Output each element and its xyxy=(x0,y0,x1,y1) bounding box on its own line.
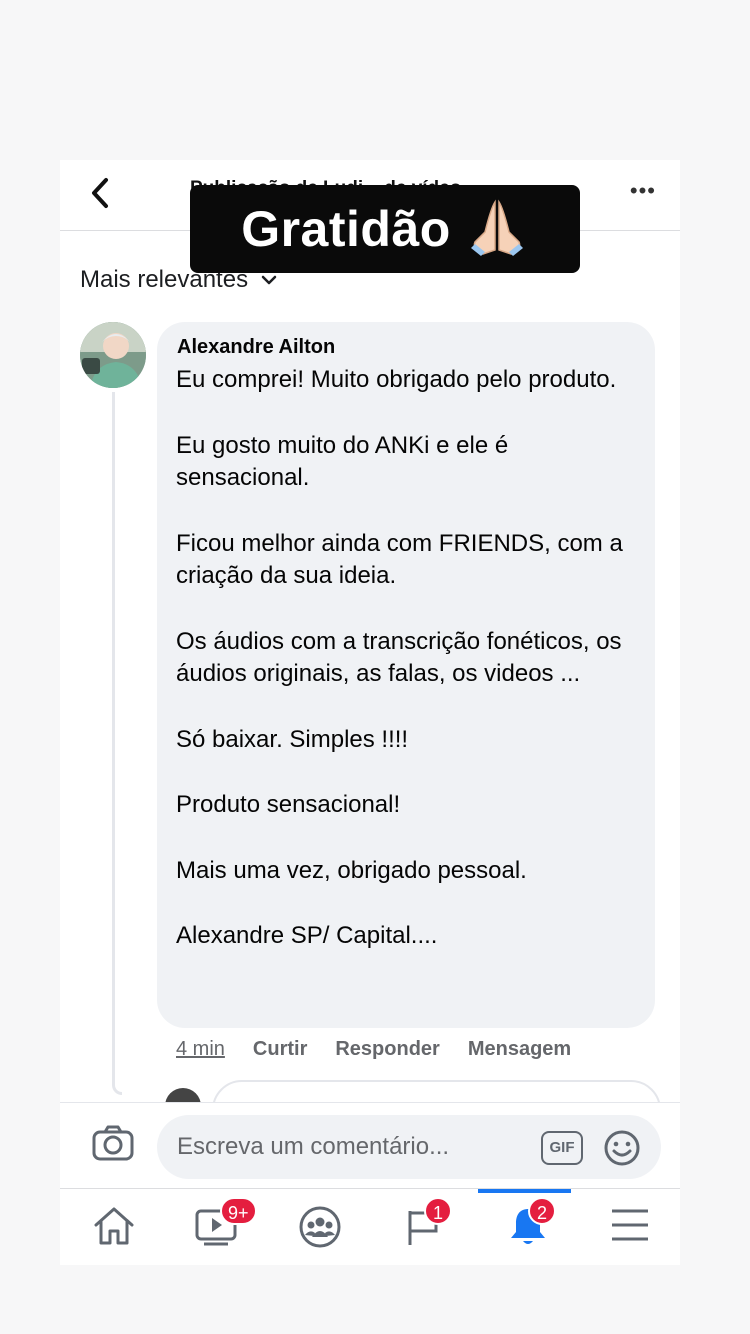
comment-bubble[interactable]: Alexandre Ailton Eu comprei! Muito obrig… xyxy=(157,322,655,1028)
sticker-text: Gratidão xyxy=(241,201,451,257)
comment-paragraph: Ficou melhor ainda com FRIENDS, com a cr… xyxy=(176,529,623,590)
gif-button[interactable]: GIF xyxy=(541,1131,583,1165)
post-comments-screen: Publicação de Ludi... de vídeo... ••• Ma… xyxy=(60,160,680,1265)
comment-paragraph: Alexandre SP/ Capital.... xyxy=(176,922,438,949)
reply-button[interactable]: Responder xyxy=(335,1038,439,1061)
praying-hands-icon xyxy=(470,199,523,256)
camera-button[interactable] xyxy=(92,1125,134,1166)
comment-timestamp[interactable]: 4 min xyxy=(176,1038,225,1061)
tab-groups[interactable] xyxy=(268,1189,368,1265)
comment-paragraph: Mais uma vez, obrigado pessoal. xyxy=(176,856,527,884)
comment-author[interactable]: Alexandre Ailton xyxy=(177,336,335,359)
comment-input-placeholder: Escreva um comentário... xyxy=(177,1133,450,1160)
comment-paragraph: Produto sensacional! xyxy=(176,791,401,818)
camera-icon xyxy=(92,1125,134,1161)
comment-body: Eu comprei! Muito obrigado pelo produto.… xyxy=(176,364,646,986)
more-options-button[interactable]: ••• xyxy=(630,178,656,204)
comment-paragraph: Eu gosto muito do ANKi e ele é sensacion… xyxy=(176,431,509,492)
watch-badge: 9+ xyxy=(220,1197,257,1225)
message-button[interactable]: Mensagem xyxy=(468,1038,571,1061)
chevron-down-icon xyxy=(261,275,277,285)
thread-line xyxy=(112,392,122,1095)
chevron-left-icon xyxy=(92,178,108,208)
back-button[interactable] xyxy=(86,176,116,210)
comment-paragraph: Eu comprei! Muito obrigado pelo produto. xyxy=(176,366,617,393)
emoji-button[interactable] xyxy=(603,1129,641,1172)
notifications-badge: 2 xyxy=(528,1197,556,1225)
comment-paragraph: Os áudios com a transcrição fonéticos, o… xyxy=(176,627,622,688)
pages-badge: 1 xyxy=(424,1197,452,1225)
comment-actions: 4 min Curtir Responder Mensagem xyxy=(176,1038,599,1061)
home-icon xyxy=(94,1207,134,1245)
avatar[interactable] xyxy=(80,322,146,388)
comment-paragraph: Só baixar. Simples !!!! xyxy=(176,725,409,753)
tab-notifications[interactable]: 2 xyxy=(476,1189,576,1265)
smiley-icon xyxy=(604,1130,640,1166)
comment-composer: Escreva um comentário... GIF xyxy=(60,1102,680,1193)
story-text-sticker: Gratidão xyxy=(190,185,580,273)
profile-photo xyxy=(80,322,146,388)
tab-home[interactable] xyxy=(62,1189,162,1265)
like-button[interactable]: Curtir xyxy=(253,1038,307,1061)
groups-icon xyxy=(299,1206,341,1248)
tab-watch[interactable]: 9+ xyxy=(164,1189,264,1265)
tab-menu[interactable] xyxy=(578,1189,678,1265)
comment-input[interactable]: Escreva um comentário... GIF xyxy=(157,1115,661,1179)
menu-icon xyxy=(612,1209,648,1241)
tab-pages[interactable]: 1 xyxy=(372,1189,472,1265)
bottom-tab-bar: 9+ 1 2 xyxy=(60,1188,680,1265)
